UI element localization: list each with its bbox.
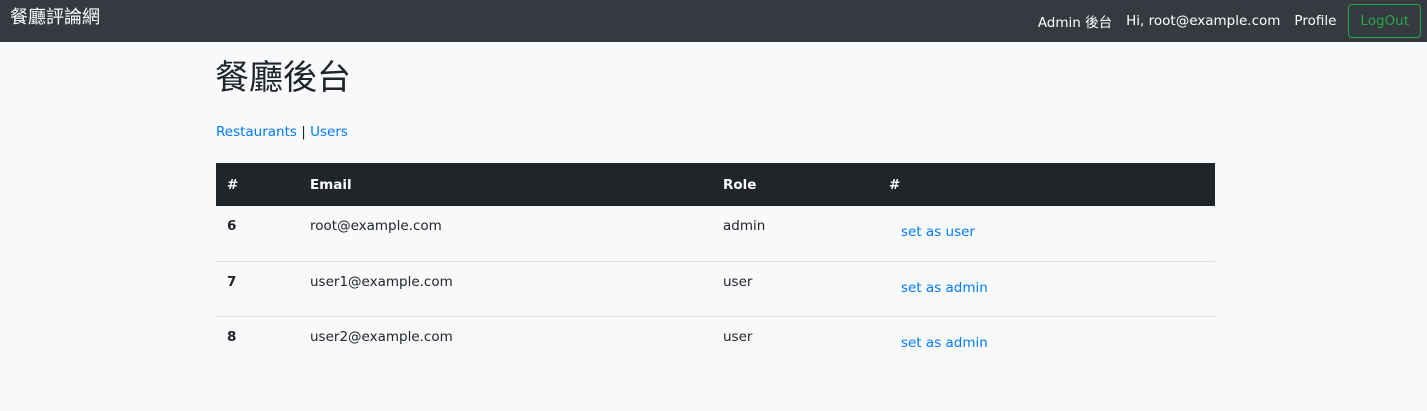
users-table: # Email Role # 6 root@example.com admin … — [216, 163, 1215, 371]
user-id: 6 — [216, 206, 299, 262]
user-email: user2@example.com — [310, 328, 453, 345]
top-navbar: 餐廳評論網 Admin 後台 Hi, root@example.com Prof… — [0, 0, 1427, 42]
admin-link[interactable]: Admin 後台 — [1038, 11, 1112, 31]
restaurants-link[interactable]: Restaurants — [216, 124, 297, 140]
user-role: user — [723, 328, 753, 345]
header-email: Email — [299, 163, 712, 206]
user-email: root@example.com — [299, 206, 712, 262]
table-row: 6 root@example.com admin set as user — [216, 206, 1215, 262]
user-role: admin — [712, 206, 878, 262]
user-id: 7 — [216, 261, 299, 317]
table-header: # Email Role # — [216, 163, 1215, 206]
page-title: 餐廳後台 — [215, 58, 351, 98]
header-role: Role — [712, 163, 878, 206]
header-id: # — [216, 163, 299, 206]
action-cell: set as user — [878, 206, 1215, 262]
users-link[interactable]: Users — [310, 124, 348, 140]
nav-separator: | — [301, 124, 306, 140]
set-as-user-button[interactable]: set as user — [889, 225, 987, 239]
user-email: user1@example.com — [299, 261, 712, 317]
action-cell: set as admin — [878, 261, 1215, 317]
navbar-right: Admin 後台 Hi, root@example.com Profile Lo… — [1024, 0, 1421, 42]
set-as-admin-button[interactable]: set as admin — [889, 281, 1000, 295]
action-cell: set as admin — [878, 316, 1215, 371]
logout-button[interactable]: LogOut — [1348, 4, 1421, 38]
brand-link[interactable]: 餐廳評論網 — [10, 6, 100, 30]
header-action: # — [878, 163, 1215, 206]
table-row: 8 user2@example.com user set as admin — [216, 316, 1215, 371]
user-role: user — [712, 261, 878, 317]
admin-section-nav: Restaurants | Users — [216, 123, 348, 141]
set-as-admin-button[interactable]: set as admin — [889, 336, 1000, 350]
table-row: 7 user1@example.com user set as admin — [216, 261, 1215, 317]
profile-link[interactable]: Profile — [1294, 13, 1336, 29]
user-id: 8 — [227, 328, 237, 345]
user-greeting-link[interactable]: Hi, root@example.com — [1126, 13, 1280, 29]
